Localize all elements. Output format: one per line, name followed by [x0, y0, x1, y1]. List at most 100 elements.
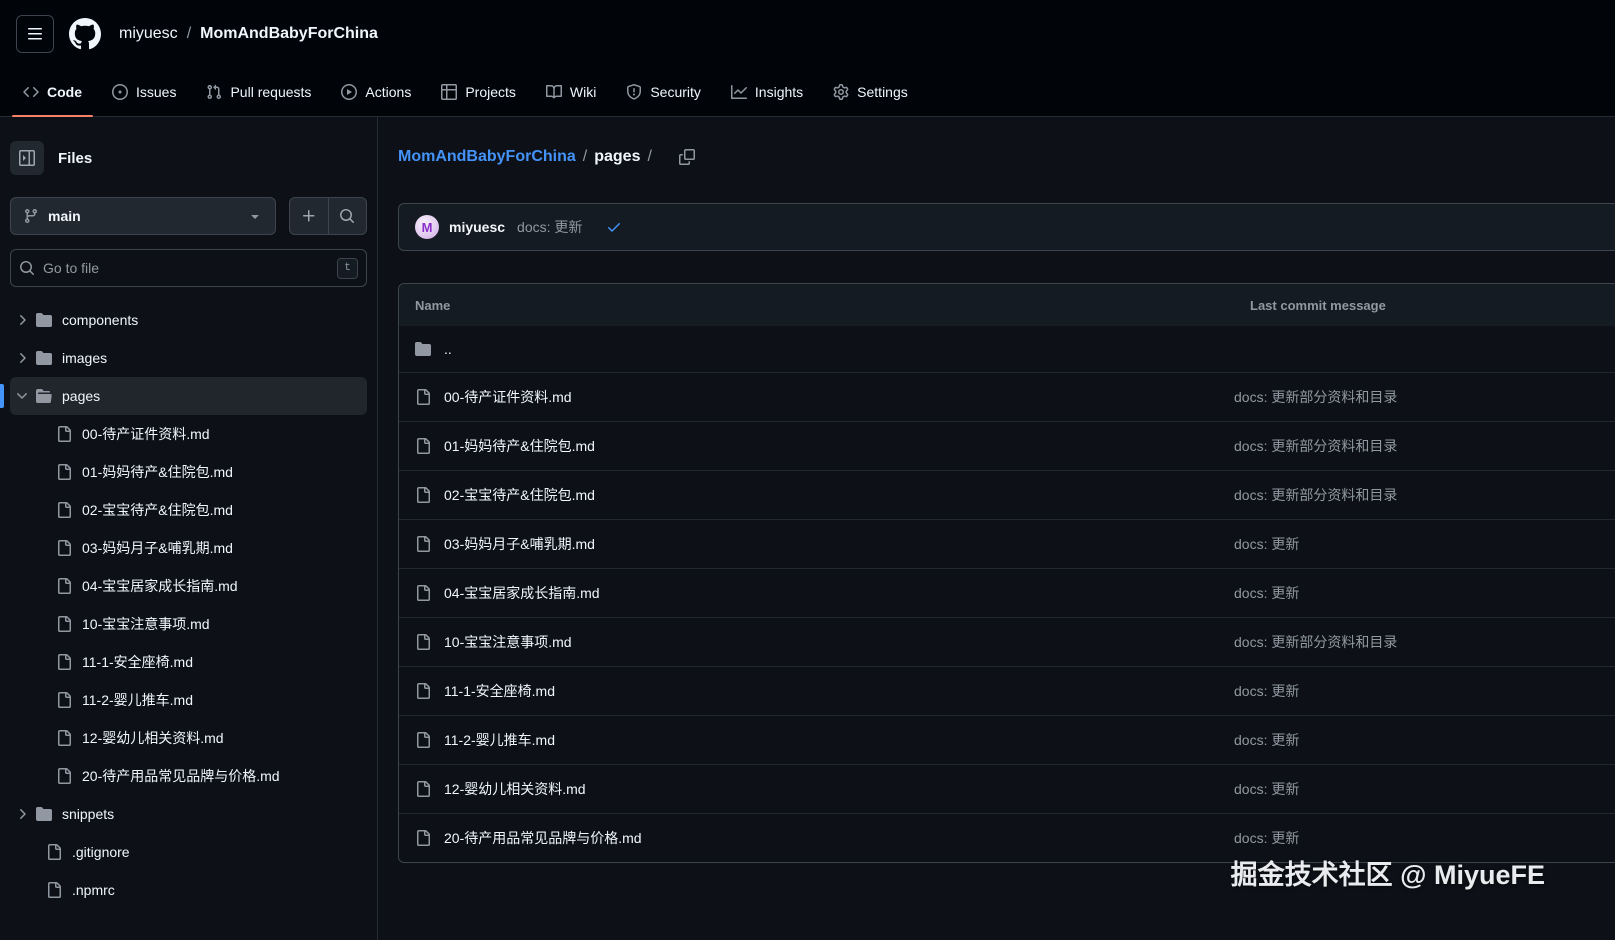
- tab-label: Pull requests: [230, 84, 311, 100]
- search-icon: [19, 260, 35, 276]
- directory-listing-table: Name Last commit message .. 00-待产证件资料.md…: [398, 283, 1615, 863]
- tree-file[interactable]: 20-待产用品常见品牌与价格.md: [10, 757, 367, 795]
- file-link[interactable]: 11-2-婴儿推车.md: [444, 730, 555, 750]
- file-icon: [56, 654, 72, 670]
- go-to-file-input[interactable]: [43, 260, 329, 276]
- tree-item-label: components: [62, 312, 138, 328]
- file-icon: [56, 578, 72, 594]
- tree-file[interactable]: 03-妈妈月子&哺乳期.md: [10, 529, 367, 567]
- tree-file[interactable]: 04-宝宝居家成长指南.md: [10, 567, 367, 605]
- column-header-name: Name: [399, 298, 1234, 313]
- row-commit-message[interactable]: docs: 更新: [1234, 681, 1615, 701]
- file-link[interactable]: 01-妈妈待产&住院包.md: [444, 436, 595, 456]
- latest-commit-bar: M miyuesc docs: 更新: [398, 203, 1615, 251]
- tree-item-label: 04-宝宝居家成长指南.md: [82, 576, 238, 596]
- file-icon: [415, 389, 431, 405]
- file-icon: [56, 616, 72, 632]
- tab-security[interactable]: Security: [611, 68, 716, 116]
- tree-file[interactable]: 01-妈妈待产&住院包.md: [10, 453, 367, 491]
- tree-file[interactable]: 10-宝宝注意事项.md: [10, 605, 367, 643]
- table-row: 12-婴幼儿相关资料.md docs: 更新: [399, 764, 1615, 813]
- chevron-right-icon: [14, 350, 30, 366]
- tab-settings[interactable]: Settings: [818, 68, 923, 116]
- row-commit-message[interactable]: docs: 更新: [1234, 730, 1615, 750]
- row-commit-message[interactable]: docs: 更新部分资料和目录: [1234, 387, 1615, 407]
- tab-insights[interactable]: Insights: [716, 68, 818, 116]
- tree-folder[interactable]: components: [10, 301, 367, 339]
- tree-file[interactable]: 12-婴幼儿相关资料.md: [10, 719, 367, 757]
- tree-item-label: 11-1-安全座椅.md: [82, 652, 193, 672]
- repo-nav-tabs: Code Issues Pull requests Actions Projec…: [0, 68, 1615, 117]
- tree-file[interactable]: 11-1-安全座椅.md: [10, 643, 367, 681]
- checks-status-icon[interactable]: [606, 219, 622, 235]
- file-link[interactable]: 00-待产证件资料.md: [444, 387, 572, 407]
- tree-item-label: .gitignore: [72, 844, 130, 860]
- files-panel-title: Files: [58, 150, 92, 167]
- file-link[interactable]: 04-宝宝居家成长指南.md: [444, 583, 600, 603]
- tree-item-label: 11-2-婴儿推车.md: [82, 690, 193, 710]
- row-commit-message[interactable]: docs: 更新部分资料和目录: [1234, 632, 1615, 652]
- row-commit-message[interactable]: docs: 更新: [1234, 779, 1615, 799]
- tree-folder[interactable]: snippets: [10, 795, 367, 833]
- file-link[interactable]: 02-宝宝待产&住院包.md: [444, 485, 595, 505]
- tab-label: Projects: [465, 84, 516, 100]
- file-link[interactable]: 12-婴幼儿相关资料.md: [444, 779, 586, 799]
- file-link[interactable]: 03-妈妈月子&哺乳期.md: [444, 534, 595, 554]
- tree-folder[interactable]: images: [10, 339, 367, 377]
- chevron-right-icon: [14, 806, 30, 822]
- graph-icon: [731, 84, 747, 100]
- search-code-button[interactable]: [328, 198, 367, 234]
- tree-file[interactable]: 02-宝宝待产&住院包.md: [10, 491, 367, 529]
- avatar[interactable]: M: [415, 215, 439, 239]
- file-link[interactable]: 11-1-安全座椅.md: [444, 681, 555, 701]
- file-icon: [46, 882, 62, 898]
- row-commit-message[interactable]: docs: 更新: [1234, 828, 1615, 848]
- repo-link[interactable]: MomAndBabyForChina: [200, 25, 378, 43]
- table-row: 04-宝宝居家成长指南.md docs: 更新: [399, 568, 1615, 617]
- github-logo-icon[interactable]: [69, 18, 101, 50]
- tab-pull-requests[interactable]: Pull requests: [191, 68, 326, 116]
- tab-code[interactable]: Code: [8, 68, 97, 116]
- tree-item-label: images: [62, 350, 107, 366]
- copy-path-button[interactable]: [673, 143, 701, 171]
- table-row: 00-待产证件资料.md docs: 更新部分资料和目录: [399, 372, 1615, 421]
- three-bars-icon: [27, 26, 43, 42]
- tree-file[interactable]: .gitignore: [10, 833, 367, 871]
- copy-icon: [679, 149, 695, 165]
- owner-link[interactable]: miyuesc: [119, 25, 178, 43]
- table-header-row: Name Last commit message: [399, 284, 1615, 326]
- table-row: 11-2-婴儿推车.md docs: 更新: [399, 715, 1615, 764]
- breadcrumb-separator: /: [187, 25, 191, 43]
- chevron-right-icon: [14, 312, 30, 328]
- row-commit-message[interactable]: docs: 更新: [1234, 534, 1615, 554]
- tree-item-label: 03-妈妈月子&哺乳期.md: [82, 538, 233, 558]
- add-file-button[interactable]: [290, 198, 328, 234]
- tab-wiki[interactable]: Wiki: [531, 68, 611, 116]
- tab-issues[interactable]: Issues: [97, 68, 191, 116]
- commit-message-link[interactable]: docs: 更新: [517, 217, 582, 237]
- row-commit-message[interactable]: docs: 更新部分资料和目录: [1234, 436, 1615, 456]
- tree-file[interactable]: .npmrc: [10, 871, 367, 909]
- tree-file[interactable]: 11-2-婴儿推车.md: [10, 681, 367, 719]
- row-commit-message[interactable]: docs: 更新: [1234, 583, 1615, 603]
- tree-folder[interactable]: pages: [10, 377, 367, 415]
- tree-file[interactable]: 00-待产证件资料.md: [10, 415, 367, 453]
- parent-directory-link[interactable]: ..: [444, 341, 452, 357]
- branch-selector[interactable]: main: [10, 197, 276, 235]
- row-commit-message[interactable]: docs: 更新部分资料和目录: [1234, 485, 1615, 505]
- file-link[interactable]: 20-待产用品常见品牌与价格.md: [444, 828, 642, 848]
- breadcrumb-repo-link[interactable]: MomAndBabyForChina: [398, 148, 576, 166]
- folder-icon: [36, 806, 52, 822]
- code-icon: [23, 84, 39, 100]
- commit-author-link[interactable]: miyuesc: [449, 219, 505, 235]
- file-link[interactable]: 10-宝宝注意事项.md: [444, 632, 572, 652]
- file-icon: [415, 830, 431, 846]
- file-actions-group: [289, 197, 367, 235]
- collapse-sidebar-button[interactable]: [10, 141, 44, 175]
- tab-actions[interactable]: Actions: [326, 68, 426, 116]
- file-icon: [56, 540, 72, 556]
- tab-projects[interactable]: Projects: [426, 68, 531, 116]
- breadcrumb-separator: /: [647, 148, 651, 166]
- hamburger-menu-button[interactable]: [16, 15, 54, 53]
- current-branch-label: main: [48, 208, 238, 224]
